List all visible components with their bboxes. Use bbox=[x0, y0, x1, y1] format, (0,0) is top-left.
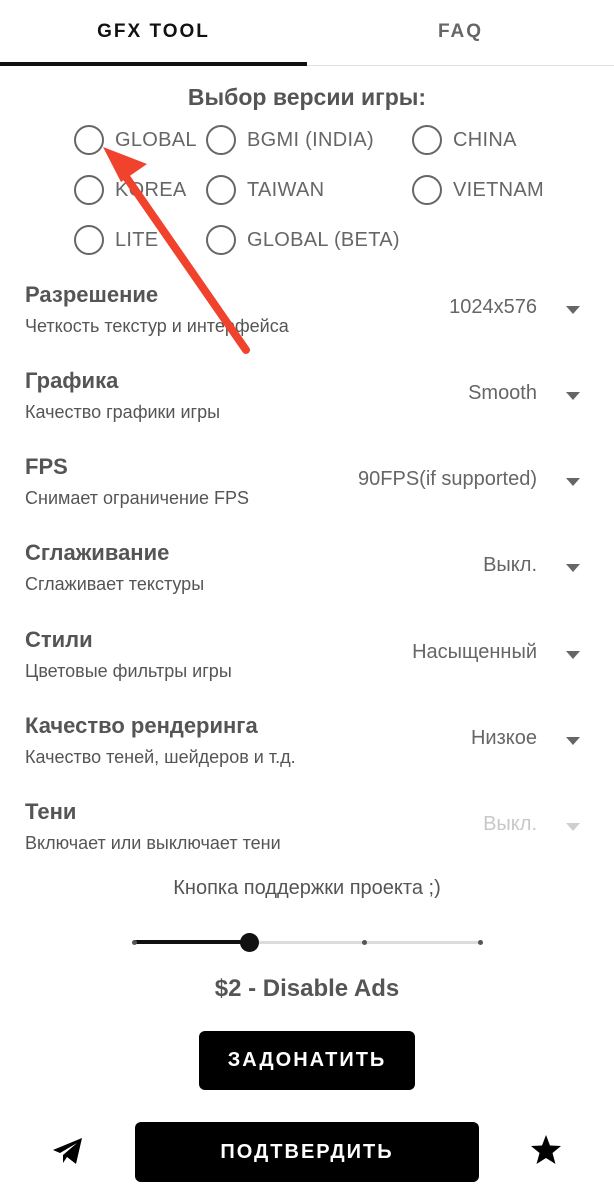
setting-subtitle: Цветовые фильтры игры bbox=[25, 661, 232, 681]
setting-styles[interactable]: Стили Цветовые фильтры игры Насыщенный bbox=[0, 627, 614, 707]
radio-global[interactable]: GLOBAL bbox=[74, 123, 197, 157]
styles-dropdown-value[interactable]: Насыщенный bbox=[412, 641, 537, 664]
setting-title: FPS bbox=[25, 454, 68, 479]
radio-circle[interactable] bbox=[206, 175, 236, 205]
dropdown-arrow-icon[interactable] bbox=[566, 564, 580, 572]
dropdown-arrow-icon[interactable] bbox=[566, 392, 580, 400]
donation-slider[interactable] bbox=[131, 928, 483, 958]
radio-lite[interactable]: LITE bbox=[74, 223, 158, 257]
slider-thumb[interactable] bbox=[239, 933, 259, 952]
dropdown-arrow-icon[interactable] bbox=[566, 651, 580, 659]
radio-label: KOREA bbox=[115, 178, 187, 201]
radio-label: VIETNAM bbox=[453, 178, 544, 201]
antialiasing-dropdown-value[interactable]: Выкл. bbox=[483, 554, 537, 577]
dropdown-arrow-icon[interactable] bbox=[566, 478, 580, 486]
tab-gfx-tool[interactable]: GFX TOOL bbox=[0, 0, 307, 64]
dropdown-arrow-icon[interactable] bbox=[566, 306, 580, 314]
radio-china[interactable]: CHINA bbox=[412, 123, 517, 157]
radio-circle[interactable] bbox=[412, 175, 442, 205]
radio-global-beta[interactable]: GLOBAL (BETA) bbox=[206, 223, 400, 257]
support-text: Кнопка поддержки проекта ;) bbox=[173, 877, 441, 899]
tab-faq[interactable]: FAQ bbox=[307, 0, 614, 64]
active-tab-indicator bbox=[0, 62, 307, 66]
setting-title: Разрешение bbox=[25, 282, 159, 307]
setting-fps[interactable]: FPS Снимает ограничение FPS 90FPS(if sup… bbox=[0, 454, 614, 534]
radio-bgmi-india[interactable]: BGMI (INDIA) bbox=[206, 123, 374, 157]
setting-resolution[interactable]: Разрешение Четкость текстур и интерфейса… bbox=[0, 282, 614, 362]
dropdown-arrow-icon bbox=[566, 823, 580, 831]
radio-taiwan[interactable]: TAIWAN bbox=[206, 173, 324, 207]
radio-label: CHINA bbox=[453, 128, 517, 151]
radio-label: GLOBAL bbox=[115, 128, 197, 151]
setting-subtitle: Качество теней, шейдеров и т.д. bbox=[25, 747, 296, 767]
dropdown-arrow-icon[interactable] bbox=[566, 737, 580, 745]
slider-tick bbox=[131, 940, 137, 945]
radio-label: GLOBAL (BETA) bbox=[247, 228, 400, 251]
shadows-dropdown-value: Выкл. bbox=[483, 813, 537, 835]
radio-circle[interactable] bbox=[412, 125, 442, 155]
slider-fill bbox=[134, 940, 250, 944]
radio-circle[interactable] bbox=[206, 125, 236, 155]
setting-subtitle: Включает или выключает тени bbox=[25, 833, 281, 853]
slider-tick bbox=[362, 940, 368, 945]
setting-title: Качество рендеринга bbox=[25, 713, 258, 738]
radio-label: TAIWAN bbox=[247, 178, 325, 201]
donation-price-label: $2 - Disable Ads bbox=[214, 975, 400, 1002]
star-icon[interactable] bbox=[530, 1134, 562, 1166]
setting-title: Тени bbox=[25, 799, 77, 824]
setting-subtitle: Снимает ограничение FPS bbox=[25, 488, 250, 508]
confirm-button[interactable]: ПОДТВЕРДИТЬ bbox=[135, 1122, 479, 1182]
tab-bar: GFX TOOL FAQ bbox=[0, 0, 614, 66]
fps-dropdown-value[interactable]: 90FPS(if supported) bbox=[358, 468, 537, 491]
slider-tick bbox=[477, 940, 483, 945]
radio-circle[interactable] bbox=[74, 225, 104, 255]
version-section-title: Выбор версии игры: bbox=[187, 84, 427, 110]
graphics-dropdown-value[interactable]: Smooth bbox=[468, 382, 537, 405]
setting-title: Сглаживание bbox=[25, 540, 170, 565]
setting-antialiasing[interactable]: Сглаживание Сглаживает текстуры Выкл. bbox=[0, 540, 614, 620]
setting-subtitle: Качество графики игры bbox=[25, 402, 221, 422]
radio-label: LITE bbox=[115, 228, 159, 251]
setting-graphics[interactable]: Графика Качество графики игры Smooth bbox=[0, 368, 614, 448]
render-quality-dropdown-value[interactable]: Низкое bbox=[471, 727, 537, 750]
setting-shadows: Тени Включает или выключает тени Выкл. bbox=[0, 799, 614, 879]
radio-circle[interactable] bbox=[206, 225, 236, 255]
setting-render-quality[interactable]: Качество рендеринга Качество теней, шейд… bbox=[0, 713, 614, 793]
setting-title: Стили bbox=[25, 627, 93, 652]
radio-korea[interactable]: KOREA bbox=[74, 173, 187, 207]
resolution-dropdown-value[interactable]: 1024x576 bbox=[449, 296, 537, 319]
radio-vietnam[interactable]: VIETNAM bbox=[412, 173, 544, 207]
setting-subtitle: Сглаживает текстуры bbox=[25, 574, 205, 594]
radio-circle[interactable] bbox=[74, 125, 104, 155]
radio-label: BGMI (INDIA) bbox=[247, 128, 374, 151]
telegram-icon[interactable] bbox=[52, 1136, 84, 1166]
radio-circle[interactable] bbox=[74, 175, 104, 205]
donate-button[interactable]: ЗАДОНАТИТЬ bbox=[199, 1031, 415, 1090]
setting-title: Графика bbox=[25, 368, 119, 393]
setting-subtitle: Четкость текстур и интерфейса bbox=[25, 316, 289, 336]
